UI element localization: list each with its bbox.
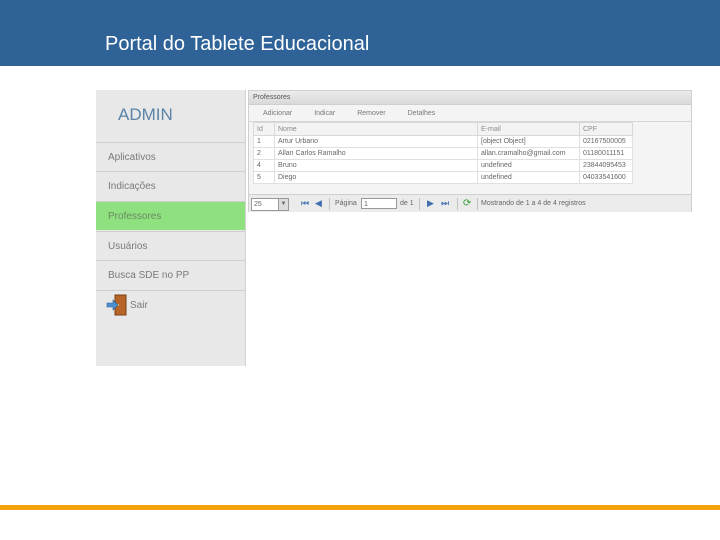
sidebar-item-label: Indicações [108,181,156,192]
cell-id: 2 [253,147,275,160]
cell-cpf: 23844095453 [579,159,633,172]
sidebar-item-sair[interactable]: Sair [96,290,245,319]
sidebar-item-label: Professores [108,211,162,222]
add-button[interactable]: Adicionar [263,110,292,117]
divider [457,198,458,210]
sidebar-item-professores[interactable]: Professores [96,201,245,230]
table-row[interactable]: 4 Bruno undefined 23844095453 [253,159,633,172]
sidebar-item-busca-sde[interactable]: Busca SDE no PP [96,260,245,289]
sidebar-item-label: Sair [130,300,148,311]
cell-email: allan.cramalho@gmail.com [477,147,580,160]
details-button[interactable]: Detalhes [408,110,436,117]
pager-info: Mostrando de 1 a 4 de 4 registros [481,200,586,207]
cell-id: 5 [253,171,275,184]
column-header-cpf[interactable]: CPF [579,122,633,136]
cell-email: [object Object] [477,135,580,148]
cell-nome: Allan Carlos Ramalho [274,147,478,160]
cell-nome: Artur Urbano [274,135,478,148]
table-row[interactable]: 2 Allan Carlos Ramalho allan.cramalho@gm… [253,147,633,160]
table-row[interactable]: 1 Artur Urbano [object Object] 021675000… [253,135,633,148]
column-header-id[interactable]: Id [253,122,275,136]
first-page-icon[interactable]: ⏮ [301,198,309,209]
sidebar: ADMIN Aplicativos Indicações Professores… [96,90,246,366]
cell-nome: Diego [274,171,478,184]
sidebar-title: ADMIN [118,105,173,124]
table-row[interactable]: 5 Diego undefined 04033541600 [253,171,633,184]
page-total: de 1 [400,200,414,207]
cell-id: 4 [253,159,275,172]
professores-table: Id Nome E-mail CPF 1 Artur Urbano [objec… [253,122,633,184]
sidebar-item-indicacoes[interactable]: Indicações [96,171,245,200]
cell-email: undefined [477,159,580,172]
sidebar-item-label: Usuários [108,241,148,252]
exit-door-icon [106,294,127,316]
professores-panel: Professores Adicionar Indicar Remover De… [248,90,692,212]
page-title: Portal do Tablete Educacional [105,33,370,55]
panel-title: Professores [249,91,691,105]
page-size-value: 25 [254,201,262,208]
cell-cpf: 01180011151 [579,147,633,160]
divider [329,198,330,210]
column-header-email[interactable]: E-mail [477,122,580,136]
cell-email: undefined [477,171,580,184]
column-header-nome[interactable]: Nome [274,122,478,136]
panel-toolbar: Adicionar Indicar Remover Detalhes [249,105,691,122]
remove-button[interactable]: Remover [357,110,385,117]
indicate-button[interactable]: Indicar [314,110,335,117]
pager: 25 ▼ ⏮ ◀ Página 1 de 1 ▶ ⏭ ⟳ Mostrando d… [249,194,691,212]
page-label: Página [335,200,357,207]
accent-line [0,505,720,510]
divider [419,198,420,210]
sidebar-item-label: Busca SDE no PP [108,270,190,281]
cell-cpf: 02167500005 [579,135,633,148]
header-bar: Portal do Tablete Educacional [0,0,720,66]
page-input[interactable]: 1 [361,198,397,209]
divider [477,198,478,210]
sidebar-item-aplicativos[interactable]: Aplicativos [96,142,245,171]
cell-nome: Bruno [274,159,478,172]
page-size-select[interactable]: 25 ▼ [251,198,289,211]
refresh-icon[interactable]: ⟳ [463,198,471,209]
chevron-down-icon: ▼ [278,199,288,210]
next-page-icon[interactable]: ▶ [427,198,434,209]
last-page-icon[interactable]: ⏭ [441,198,449,209]
sidebar-item-label: Aplicativos [108,152,156,163]
sidebar-item-usuarios[interactable]: Usuários [96,231,245,260]
cell-id: 1 [253,135,275,148]
cell-cpf: 04033541600 [579,171,633,184]
prev-page-icon[interactable]: ◀ [315,198,322,209]
